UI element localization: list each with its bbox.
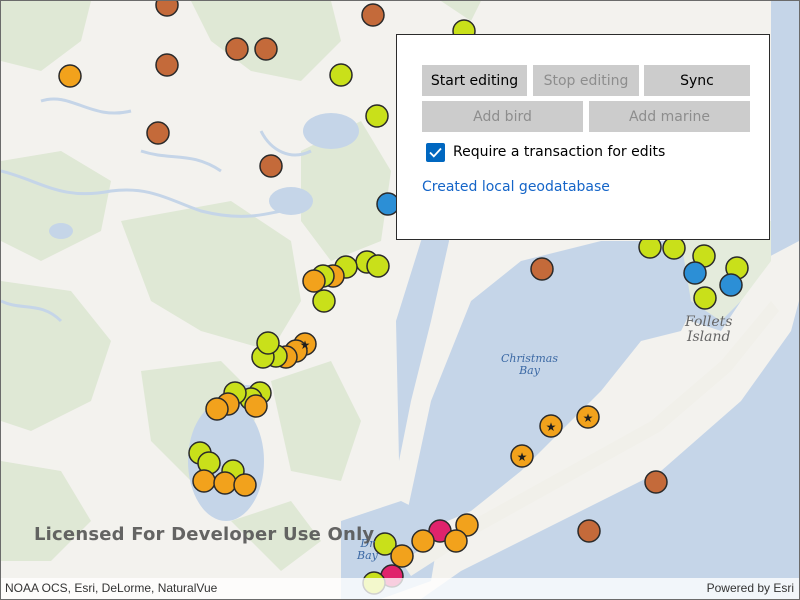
- map-marker[interactable]: [254, 37, 278, 61]
- map-marker[interactable]: [644, 470, 668, 494]
- map-marker[interactable]: [530, 257, 554, 281]
- map-marker[interactable]: [233, 473, 257, 497]
- map-view[interactable]: ★ ★ ★ ★ Christmas Bay Follets Island Dr Bay…: [0, 0, 800, 600]
- add-marine-button[interactable]: Add marine: [589, 101, 750, 132]
- starfish-icon: ★: [517, 450, 528, 464]
- map-marker[interactable]: [256, 331, 280, 355]
- map-marker[interactable]: [444, 529, 468, 553]
- powered-by-esri[interactable]: Powered by Esri: [707, 581, 794, 595]
- map-marker[interactable]: [577, 519, 601, 543]
- license-watermark: Licensed For Developer Use Only: [34, 524, 375, 545]
- stop-editing-button[interactable]: Stop editing: [533, 65, 639, 96]
- map-marker[interactable]: [662, 236, 686, 260]
- map-marker[interactable]: [719, 273, 743, 297]
- map-marker[interactable]: [390, 544, 414, 568]
- map-marker[interactable]: [213, 471, 237, 495]
- map-marker[interactable]: [411, 529, 435, 553]
- require-transaction-checkbox[interactable]: [426, 143, 445, 162]
- map-marker[interactable]: [365, 104, 389, 128]
- map-marker[interactable]: [693, 286, 717, 310]
- add-bird-button[interactable]: Add bird: [422, 101, 583, 132]
- starfish-icon: ★: [583, 411, 594, 425]
- map-marker[interactable]: [155, 53, 179, 77]
- sync-button[interactable]: Sync: [644, 65, 750, 96]
- map-marker[interactable]: [259, 154, 283, 178]
- map-marker[interactable]: [329, 63, 353, 87]
- map-marker[interactable]: [225, 37, 249, 61]
- christmas-bay-label: Christmas Bay: [501, 352, 558, 378]
- checkmark-icon: [429, 147, 442, 158]
- attribution-bar: NOAA OCS, Esri, DeLorme, NaturalVue Powe…: [1, 578, 799, 599]
- map-marker[interactable]: [302, 269, 326, 293]
- require-transaction-label[interactable]: Require a transaction for edits: [453, 143, 665, 162]
- follets-island-label: Follets Island: [685, 314, 733, 346]
- status-text: Created local geodatabase: [422, 179, 610, 195]
- starfish-icon: ★: [300, 338, 311, 352]
- map-marker[interactable]: [312, 289, 336, 313]
- map-marker[interactable]: [361, 3, 385, 27]
- map-marker[interactable]: [366, 254, 390, 278]
- map-marker[interactable]: [205, 397, 229, 421]
- attribution-text[interactable]: NOAA OCS, Esri, DeLorme, NaturalVue: [5, 581, 217, 595]
- map-marker[interactable]: [192, 469, 216, 493]
- map-marker[interactable]: [58, 64, 82, 88]
- map-marker[interactable]: [146, 121, 170, 145]
- map-marker[interactable]: [244, 394, 268, 418]
- start-editing-button[interactable]: Start editing: [422, 65, 527, 96]
- edit-panel: Start editing Stop editing Sync Add bird…: [396, 34, 770, 240]
- map-marker[interactable]: [155, 1, 179, 17]
- map-marker[interactable]: [683, 261, 707, 285]
- starfish-icon: ★: [546, 420, 557, 434]
